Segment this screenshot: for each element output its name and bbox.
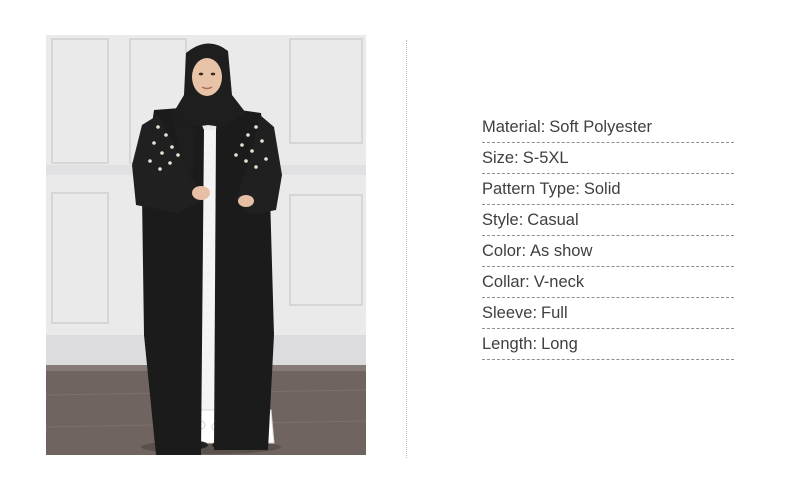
spec-key: Pattern Type: [482, 180, 576, 198]
spec-key: Size: [482, 149, 515, 167]
spec-row-size: Size: S-5XL: [482, 143, 734, 174]
spec-row-pattern-type: Pattern Type: Solid: [482, 174, 734, 205]
product-specs-list: Material: Soft Polyester Size: S-5XL Pattern…: [482, 112, 734, 360]
spec-key: Material: [482, 118, 541, 136]
spec-row-style: Style: Casual: [482, 205, 734, 236]
spec-value: As show: [530, 242, 593, 260]
spec-row-collar: Collar: V-neck: [482, 267, 734, 298]
spec-separator: :: [532, 304, 538, 322]
product-photo: [46, 35, 366, 455]
spec-value: Solid: [583, 180, 621, 198]
spec-separator: :: [532, 335, 538, 353]
spec-separator: :: [540, 118, 546, 136]
spec-key: Collar: [482, 273, 526, 291]
spec-key: Length: [482, 335, 533, 353]
vertical-divider: [406, 40, 407, 458]
spec-separator: :: [514, 149, 519, 167]
spec-separator: :: [525, 273, 530, 291]
spec-value: Full: [541, 304, 568, 322]
spec-row-color: Color: As show: [482, 236, 734, 267]
model-photo-illustration: [46, 35, 366, 455]
spec-value: Casual: [527, 211, 579, 229]
spec-value: Long: [541, 335, 578, 353]
spec-value: S-5XL: [522, 149, 569, 167]
spec-separator: :: [521, 242, 527, 260]
spec-key: Style: [482, 211, 519, 229]
spec-value: V-neck: [533, 273, 585, 291]
spec-row-sleeve: Sleeve: Full: [482, 298, 734, 329]
spec-row-material: Material: Soft Polyester: [482, 112, 734, 143]
spec-value: Soft Polyester: [549, 118, 652, 136]
spec-separator: :: [518, 211, 524, 229]
spec-key: Sleeve: [482, 304, 533, 322]
product-detail-page: Material: Soft Polyester Size: S-5XL Pattern…: [0, 0, 800, 500]
spec-separator: :: [575, 180, 580, 198]
spec-key: Color: [482, 242, 522, 260]
spec-row-length: Length: Long: [482, 329, 734, 360]
